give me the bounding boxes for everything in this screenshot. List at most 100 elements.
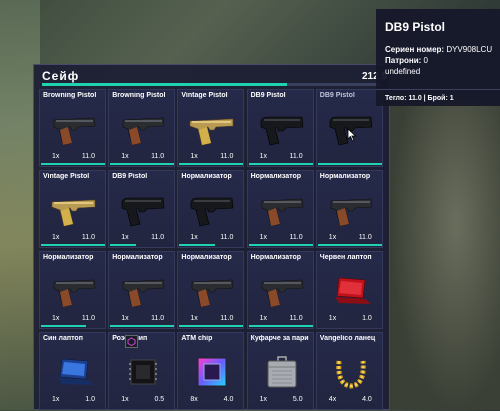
- slot-item-name: DB9 Pistol: [319, 92, 355, 99]
- inventory-slot[interactable]: Browning Pistol 1x 11.0: [108, 89, 176, 167]
- ammo-value: 0: [423, 56, 428, 65]
- slot-weight: 4.0: [223, 396, 234, 403]
- safe-title: Сейф: [42, 69, 80, 83]
- slot-quantity: 1x: [121, 234, 129, 241]
- pistol-dark-icon: [117, 112, 169, 146]
- slot-item-name: Нормализатор: [112, 254, 163, 261]
- inventory-slot[interactable]: Vangelico ланец 4x 4.0: [315, 332, 383, 410]
- slot-item-name: Нормализатор: [319, 173, 371, 180]
- inventory-slot[interactable]: Розов чип 1x 0.5: [108, 332, 176, 410]
- slot-quantity: 1x: [190, 315, 198, 322]
- slot-item-name: DB9 Pistol: [250, 92, 286, 99]
- slot-quantity: 1x: [121, 396, 129, 403]
- slot-weight: 11.0: [289, 234, 303, 241]
- slot-weight: 11.0: [151, 153, 165, 160]
- slot-quantity: 1x: [52, 234, 60, 241]
- slot-item-name: Нормализатор: [43, 254, 94, 261]
- durability-bar: [248, 325, 313, 327]
- capacity-bar-fill: [42, 83, 287, 86]
- durability-bar: [179, 244, 215, 246]
- inventory-slot[interactable]: Нормализатор 1x 11.0: [177, 251, 245, 329]
- pistol-dark-icon: [325, 193, 377, 227]
- inventory-slot[interactable]: Нормализатор 1x 11.0: [108, 251, 176, 329]
- slot-weight: 11.0: [220, 153, 234, 160]
- slot-quantity: 1x: [121, 153, 129, 160]
- durability-bar: [179, 325, 244, 327]
- slot-item-name: Розов чип: [112, 335, 148, 342]
- slot-weight: 5.0: [292, 396, 303, 403]
- slot-item-name: Нормализатор: [181, 254, 232, 261]
- pistol-dark-icon: [256, 193, 308, 227]
- slot-quantity: 1x: [190, 153, 198, 160]
- slot-weight: 11.0: [81, 234, 95, 241]
- slot-weight: 11.0: [151, 234, 165, 241]
- slot-quantity: 1x: [52, 153, 60, 160]
- slot-weight: 11.0: [81, 153, 95, 160]
- slot-quantity: 1x: [259, 396, 267, 403]
- inventory-slot[interactable]: Куфарче за пари 1x 5.0: [246, 332, 314, 410]
- background-right: [390, 100, 500, 410]
- inventory-slot[interactable]: Vintage Pistol 1x 11.0: [39, 170, 106, 248]
- slot-weight: 1.0: [362, 315, 372, 322]
- inventory-slot[interactable]: Нормализатор 1x 11.0: [315, 170, 383, 248]
- durability-bar: [41, 163, 105, 165]
- gold-chain-icon: [325, 355, 377, 389]
- tooltip-footer: Тегло: 11.0 | Брой: 1: [385, 95, 454, 102]
- durability-bar: [41, 244, 105, 246]
- slot-quantity: 1x: [328, 315, 337, 322]
- slot-item-name: Нормализатор: [181, 173, 232, 180]
- slot-item-name: Син лаптоп: [43, 335, 83, 342]
- chip-icon: [117, 355, 169, 389]
- inventory-slot[interactable]: Нормализатор 1x 11.0: [246, 170, 314, 248]
- safe-inventory-panel: Сейф 212.5 Browning Pistol 1x 11.0 Browning…: [33, 64, 390, 410]
- cube-badge-icon: [125, 335, 139, 348]
- laptop-red-icon: [325, 274, 377, 308]
- slot-item-name: Куфарче за пари: [250, 335, 309, 342]
- slot-quantity: 8x: [190, 396, 198, 403]
- slot-item-name: Нормализатор: [250, 254, 302, 261]
- inventory-slot[interactable]: DB9 Pistol 1x 11.0: [108, 170, 176, 248]
- inventory-slot[interactable]: DB9 Pistol 1x 11.0: [246, 89, 314, 167]
- slot-quantity: 4x: [328, 396, 337, 403]
- slot-weight: 11.0: [81, 315, 95, 322]
- slot-quantity: 1x: [52, 396, 60, 403]
- slot-weight: 11.0: [220, 315, 234, 322]
- inventory-slot[interactable]: ATM chip 8x 4.0: [177, 332, 245, 410]
- capacity-bar: [42, 83, 382, 86]
- durability-bar: [248, 163, 313, 165]
- durability-bar: [179, 163, 244, 165]
- slot-weight: 0.5: [154, 396, 165, 403]
- slot-quantity: 1x: [121, 315, 129, 322]
- slot-item-name: DB9 Pistol: [112, 173, 148, 180]
- slot-item-name: Browning Pistol: [112, 92, 166, 99]
- slot-item-name: ATM chip: [181, 335, 213, 342]
- slot-quantity: 1x: [52, 315, 60, 322]
- pistol-black-icon: [186, 193, 238, 227]
- slot-item-name: Червен лаптоп: [319, 254, 372, 261]
- inventory-slot[interactable]: Browning Pistol 1x 11.0: [39, 89, 106, 167]
- tooltip-title: DB9 Pistol: [385, 20, 446, 34]
- atm-chip-icon: [186, 355, 238, 389]
- pistol-gold-icon: [48, 193, 100, 227]
- inventory-slot[interactable]: Син лаптоп 1x 1.0: [39, 332, 106, 410]
- slot-weight: 11.0: [151, 315, 165, 322]
- pistol-dark-icon: [186, 274, 238, 308]
- inventory-slot[interactable]: Червен лаптоп 1x 1.0: [315, 251, 383, 329]
- inventory-slot[interactable]: Нормализатор 1x 11.0: [246, 251, 314, 329]
- pistol-dark-icon: [48, 112, 100, 146]
- pistol-dark-icon: [117, 274, 169, 308]
- inventory-slot[interactable]: Нормализатор 1x 11.0: [177, 170, 245, 248]
- durability-bar: [110, 163, 175, 165]
- inventory-slot[interactable]: Vintage Pistol 1x 11.0: [177, 89, 245, 167]
- item-tooltip: DB9 Pistol Сериен номер: DYV908LCU Патро…: [376, 9, 500, 106]
- tooltip-divider: [376, 89, 500, 90]
- mouse-cursor-icon: [347, 128, 357, 142]
- slot-quantity: 1x: [328, 234, 337, 241]
- slot-weight: 11.0: [289, 153, 303, 160]
- inventory-slot[interactable]: Нормализатор 1x 11.0: [39, 251, 106, 329]
- slot-item-name: Vangelico ланец: [319, 335, 376, 342]
- slot-quantity: 1x: [259, 153, 267, 160]
- slot-item-name: Vintage Pistol: [43, 173, 90, 180]
- slot-weight: 1.0: [85, 396, 95, 403]
- durability-bar: [317, 163, 382, 165]
